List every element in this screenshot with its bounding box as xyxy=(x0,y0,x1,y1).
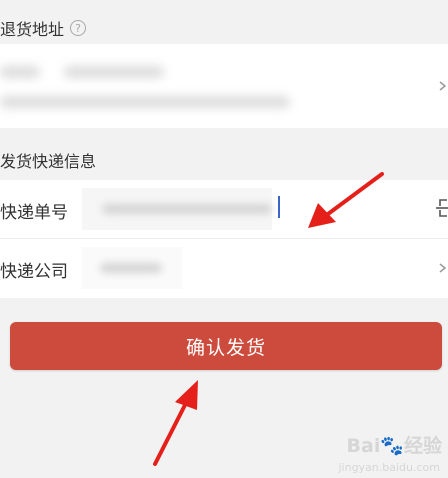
courier-company-label: 快递公司 xyxy=(0,262,68,282)
courier-company-value xyxy=(82,247,182,289)
return-address-title: 退货地址 xyxy=(0,20,65,39)
address-detail-blur xyxy=(0,96,290,108)
confirm-ship-label: 确认发货 xyxy=(185,336,266,359)
return-address-header: 退货地址 ? xyxy=(0,16,87,40)
scan-icon[interactable] xyxy=(434,198,448,218)
address-name-blur xyxy=(0,66,40,78)
confirm-ship-button[interactable]: 确认发货 xyxy=(10,322,442,370)
text-cursor xyxy=(278,196,280,218)
arrow-to-confirm-button xyxy=(153,380,198,466)
courier-company-row[interactable]: 快递公司 xyxy=(0,239,448,297)
tracking-number-input[interactable] xyxy=(82,188,272,230)
baidu-watermark-url: jingyan.baidu.com xyxy=(338,461,440,474)
address-phone-blur xyxy=(64,66,164,78)
express-info-title: 发货快递信息 xyxy=(0,152,97,171)
return-address-card[interactable] xyxy=(0,44,448,128)
express-info-card: 快递单号 快递公司 xyxy=(0,180,448,298)
baidu-watermark: Bai🐾经验 xyxy=(346,435,442,457)
courier-company-blur xyxy=(100,263,162,273)
tracking-number-blur xyxy=(102,204,272,214)
express-info-header: 发货快递信息 xyxy=(0,148,96,172)
return-shipment-page: 退货地址 ? 发货快递信息 快递单号 快递公司 确认发货 Bai🐾经验 jing… xyxy=(0,0,448,478)
tracking-number-row[interactable]: 快递单号 xyxy=(0,180,448,239)
help-circle-icon[interactable]: ? xyxy=(70,20,87,36)
tracking-number-label: 快递单号 xyxy=(0,203,68,223)
chevron-right-icon xyxy=(439,81,447,91)
chevron-right-icon xyxy=(439,263,447,273)
